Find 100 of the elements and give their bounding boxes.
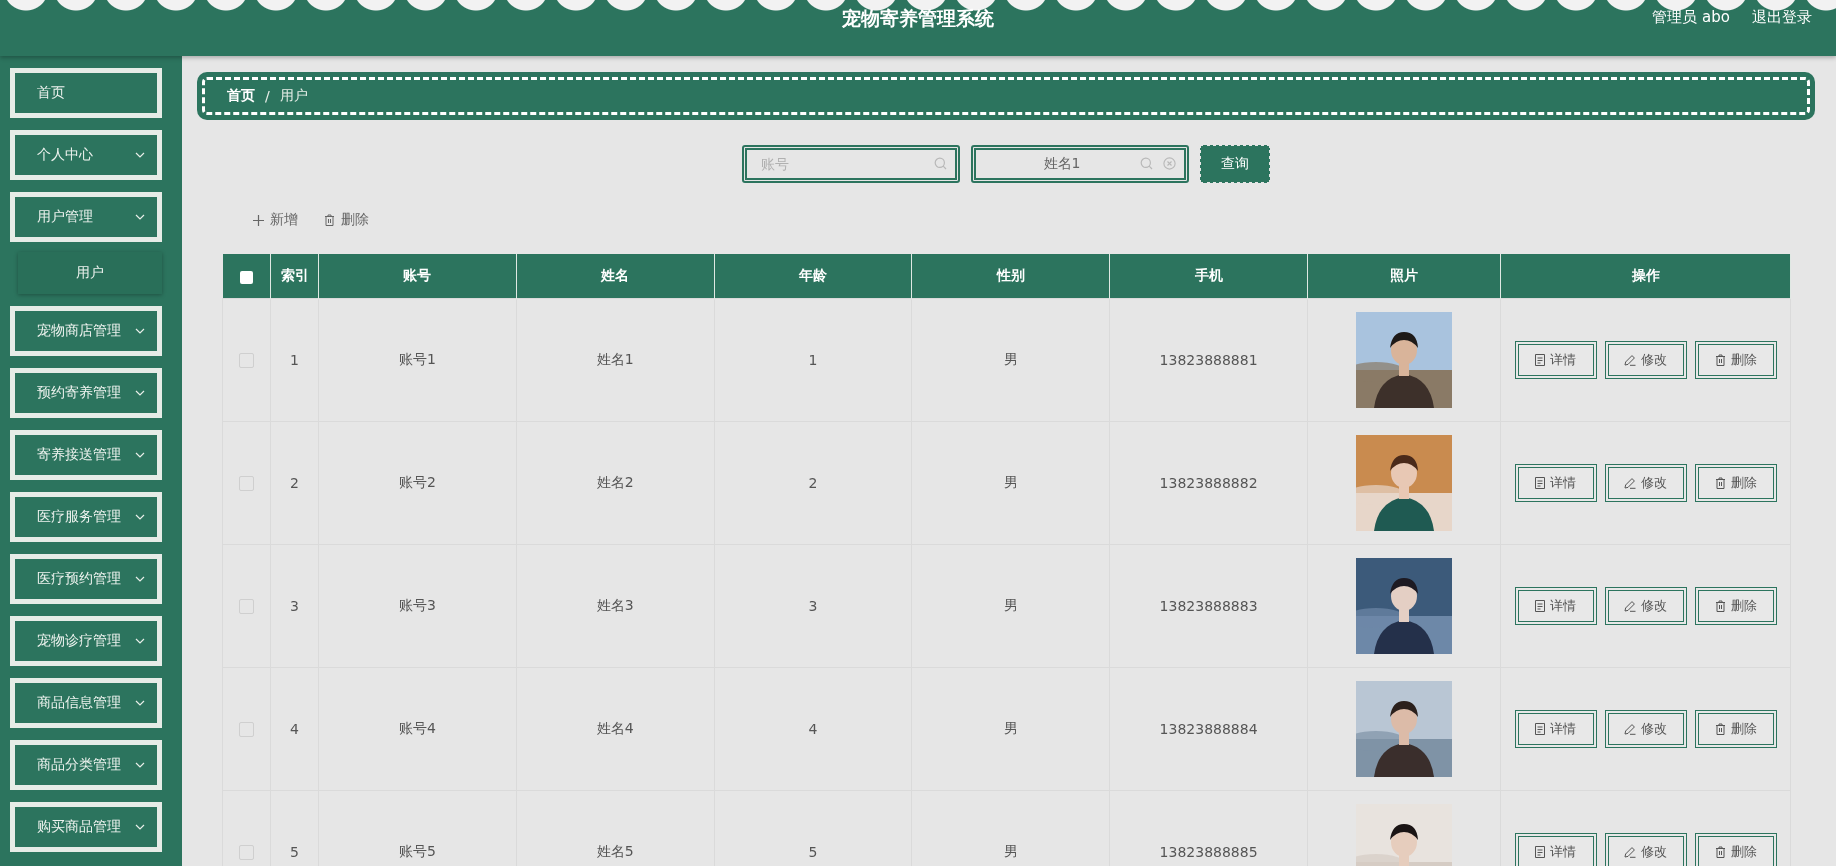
pencil-icon: [1624, 846, 1636, 858]
user-label: 管理员 abo: [1652, 8, 1730, 27]
sidebar-item[interactable]: 医疗预约管理: [10, 554, 162, 604]
sidebar-item[interactable]: 寄养接送管理: [10, 430, 162, 480]
chevron-icon: [135, 328, 145, 334]
chevron-icon: [135, 152, 145, 158]
sidebar-item[interactable]: 用户管理: [10, 192, 162, 242]
sidebar-item[interactable]: 医疗服务管理: [10, 492, 162, 542]
sidebar-item[interactable]: 个人中心: [10, 130, 162, 180]
table-cell: 2: [270, 421, 319, 545]
breadcrumb-link[interactable]: 用户: [279, 87, 308, 105]
table-cell: 13823888881: [1109, 298, 1308, 422]
table-cell: 姓名4: [516, 667, 715, 791]
table-cell: 男: [911, 667, 1110, 791]
row-action-button[interactable]: 删除: [1694, 833, 1777, 866]
sidebar-item[interactable]: 宠物商店管理: [10, 306, 162, 356]
row-action-button[interactable]: 修改: [1604, 710, 1687, 748]
table-cell: 姓名3: [516, 544, 715, 668]
search-field[interactable]: 姓名1: [971, 145, 1189, 183]
select-all-checkbox[interactable]: [239, 270, 253, 284]
table-cell: 男: [911, 298, 1110, 422]
table-cell: 1: [270, 298, 319, 422]
pencil-icon: [1624, 600, 1636, 612]
table-cell: 4: [714, 667, 912, 791]
clear-icon[interactable]: [1163, 157, 1176, 170]
row-action-button[interactable]: 删除: [1694, 587, 1777, 625]
chevron-icon: [135, 576, 145, 582]
column-header: 照片: [1307, 254, 1501, 299]
chevron-icon: [135, 452, 145, 458]
row-action-button[interactable]: 删除: [1694, 464, 1777, 502]
table-cell: 账号3: [318, 544, 517, 668]
table-cell: 13823888884: [1109, 667, 1308, 791]
row-action-button[interactable]: 删除: [1694, 341, 1777, 379]
table-cell: 账号1: [318, 298, 517, 422]
table-cell: 3: [714, 544, 912, 668]
pencil-icon: [1624, 354, 1636, 366]
row-action-button[interactable]: 修改: [1604, 833, 1687, 866]
chevron-icon: [135, 514, 145, 520]
breadcrumb-link[interactable]: 首页: [227, 87, 255, 105]
column-header: 手机: [1109, 254, 1308, 299]
row-action-button[interactable]: 修改: [1604, 587, 1687, 625]
search-button[interactable]: 查询: [1200, 145, 1270, 183]
column-header: 年龄: [714, 254, 912, 299]
row-action-button[interactable]: 删除: [1694, 710, 1777, 748]
document-icon: [1535, 600, 1545, 612]
pencil-icon: [1624, 723, 1636, 735]
plus-icon: [253, 214, 264, 226]
column-header: 操作: [1500, 254, 1791, 299]
row-action-button[interactable]: 修改: [1604, 341, 1687, 379]
column-header: 性别: [911, 254, 1110, 299]
toolbar-button[interactable]: 新增: [253, 211, 298, 229]
table-cell: 4: [270, 667, 319, 791]
table-cell: 账号2: [318, 421, 517, 545]
logout-link[interactable]: 退出登录: [1752, 8, 1812, 27]
table-cell: 男: [911, 544, 1110, 668]
sidebar-item[interactable]: 首页: [10, 68, 162, 118]
app-title: 宠物寄养管理系统: [842, 6, 994, 31]
search-icon: [934, 157, 947, 170]
document-icon: [1535, 477, 1545, 489]
chevron-icon: [135, 762, 145, 768]
row-action-button[interactable]: 详情: [1514, 341, 1597, 379]
trash-icon: [1714, 354, 1726, 366]
document-icon: [1535, 846, 1545, 858]
pencil-icon: [1624, 477, 1636, 489]
column-header: 账号: [318, 254, 517, 299]
sidebar-item[interactable]: 宠物诊疗管理: [10, 616, 162, 666]
document-icon: [1535, 354, 1545, 366]
trash-icon: [324, 214, 335, 226]
trash-icon: [1714, 846, 1726, 858]
sidebar-item[interactable]: 商品信息管理: [10, 678, 162, 728]
table-cell: 2: [714, 421, 912, 545]
row-action-button[interactable]: 详情: [1514, 587, 1597, 625]
chevron-icon: [135, 390, 145, 396]
document-icon: [1535, 723, 1545, 735]
row-action-button[interactable]: 详情: [1514, 464, 1597, 502]
toolbar-button[interactable]: 删除: [324, 211, 369, 229]
table-cell: 姓名2: [516, 421, 715, 545]
table-cell: 13823888883: [1109, 544, 1308, 668]
row-action-button[interactable]: 详情: [1514, 710, 1597, 748]
sidebar-item[interactable]: 预约寄养管理: [10, 368, 162, 418]
column-header: 索引: [270, 254, 319, 299]
table-cell: 姓名1: [516, 298, 715, 422]
column-header: 姓名: [516, 254, 715, 299]
search-icon: [1140, 157, 1153, 170]
trash-icon: [1714, 600, 1726, 612]
table-cell: 男: [911, 421, 1110, 545]
row-action-button[interactable]: 详情: [1514, 833, 1597, 866]
breadcrumb-separator: /: [265, 88, 270, 104]
submenu-item[interactable]: 用户: [18, 252, 162, 294]
sidebar-item[interactable]: 购买商品管理: [10, 802, 162, 852]
table-cell: 账号4: [318, 667, 517, 791]
trash-icon: [1714, 477, 1726, 489]
chevron-icon: [135, 214, 145, 220]
chevron-icon: [135, 700, 145, 706]
chevron-icon: [135, 824, 145, 830]
table-cell: 1: [714, 298, 912, 422]
row-action-button[interactable]: 修改: [1604, 464, 1687, 502]
sidebar-item[interactable]: 商品分类管理: [10, 740, 162, 790]
table-cell: 3: [270, 544, 319, 668]
trash-icon: [1714, 723, 1726, 735]
